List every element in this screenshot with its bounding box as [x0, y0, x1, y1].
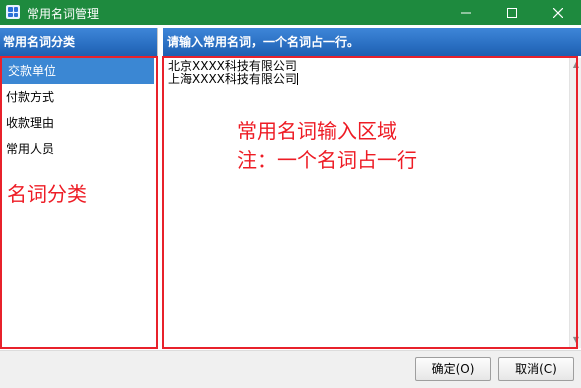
scroll-up-icon[interactable]: ▲ — [572, 61, 580, 69]
ok-button[interactable]: 确定(O) — [415, 357, 491, 381]
term-line: 上海XXXX科技有限公司 — [168, 72, 297, 86]
dialog-button-bar: 确定(O) 取消(C) — [0, 350, 581, 388]
maximize-icon — [507, 7, 517, 18]
window-title: 常用名词管理 — [27, 7, 100, 21]
close-icon — [553, 7, 563, 18]
minimize-icon — [461, 12, 471, 13]
category-item[interactable]: 常用人员 — [0, 136, 158, 162]
text-caret — [296, 73, 298, 85]
maximize-button[interactable] — [489, 0, 535, 25]
app-icon — [6, 5, 20, 19]
cancel-button[interactable]: 取消(C) — [498, 357, 574, 381]
vertical-scrollbar[interactable]: ▲ ▼ — [569, 58, 581, 348]
term-panel: 请输入常用名词，一个名词占一行。 北京XXXX科技有限公司 上海XXXX科技有限… — [163, 28, 581, 348]
minimize-button[interactable] — [443, 0, 489, 25]
category-item[interactable]: 收款理由 — [0, 110, 158, 136]
term-input-area[interactable]: 北京XXXX科技有限公司 上海XXXX科技有限公司 — [165, 58, 569, 346]
title-bar[interactable]: 常用名词管理 — [0, 0, 581, 25]
category-item[interactable]: 交款单位 — [2, 58, 154, 84]
category-panel-header: 常用名词分类 — [0, 28, 157, 56]
close-button[interactable] — [535, 0, 581, 25]
input-annotation-note: 注：一个名词占一行 — [237, 148, 417, 172]
scroll-down-icon[interactable]: ▼ — [572, 336, 580, 344]
input-annotation-title: 常用名词输入区域 — [237, 119, 397, 143]
term-panel-header: 请输入常用名词，一个名词占一行。 — [163, 28, 581, 56]
category-annotation: 名词分类 — [7, 182, 87, 206]
category-item[interactable]: 付款方式 — [0, 84, 158, 110]
category-list: 交款单位 付款方式 收款理由 常用人员 — [0, 58, 158, 162]
